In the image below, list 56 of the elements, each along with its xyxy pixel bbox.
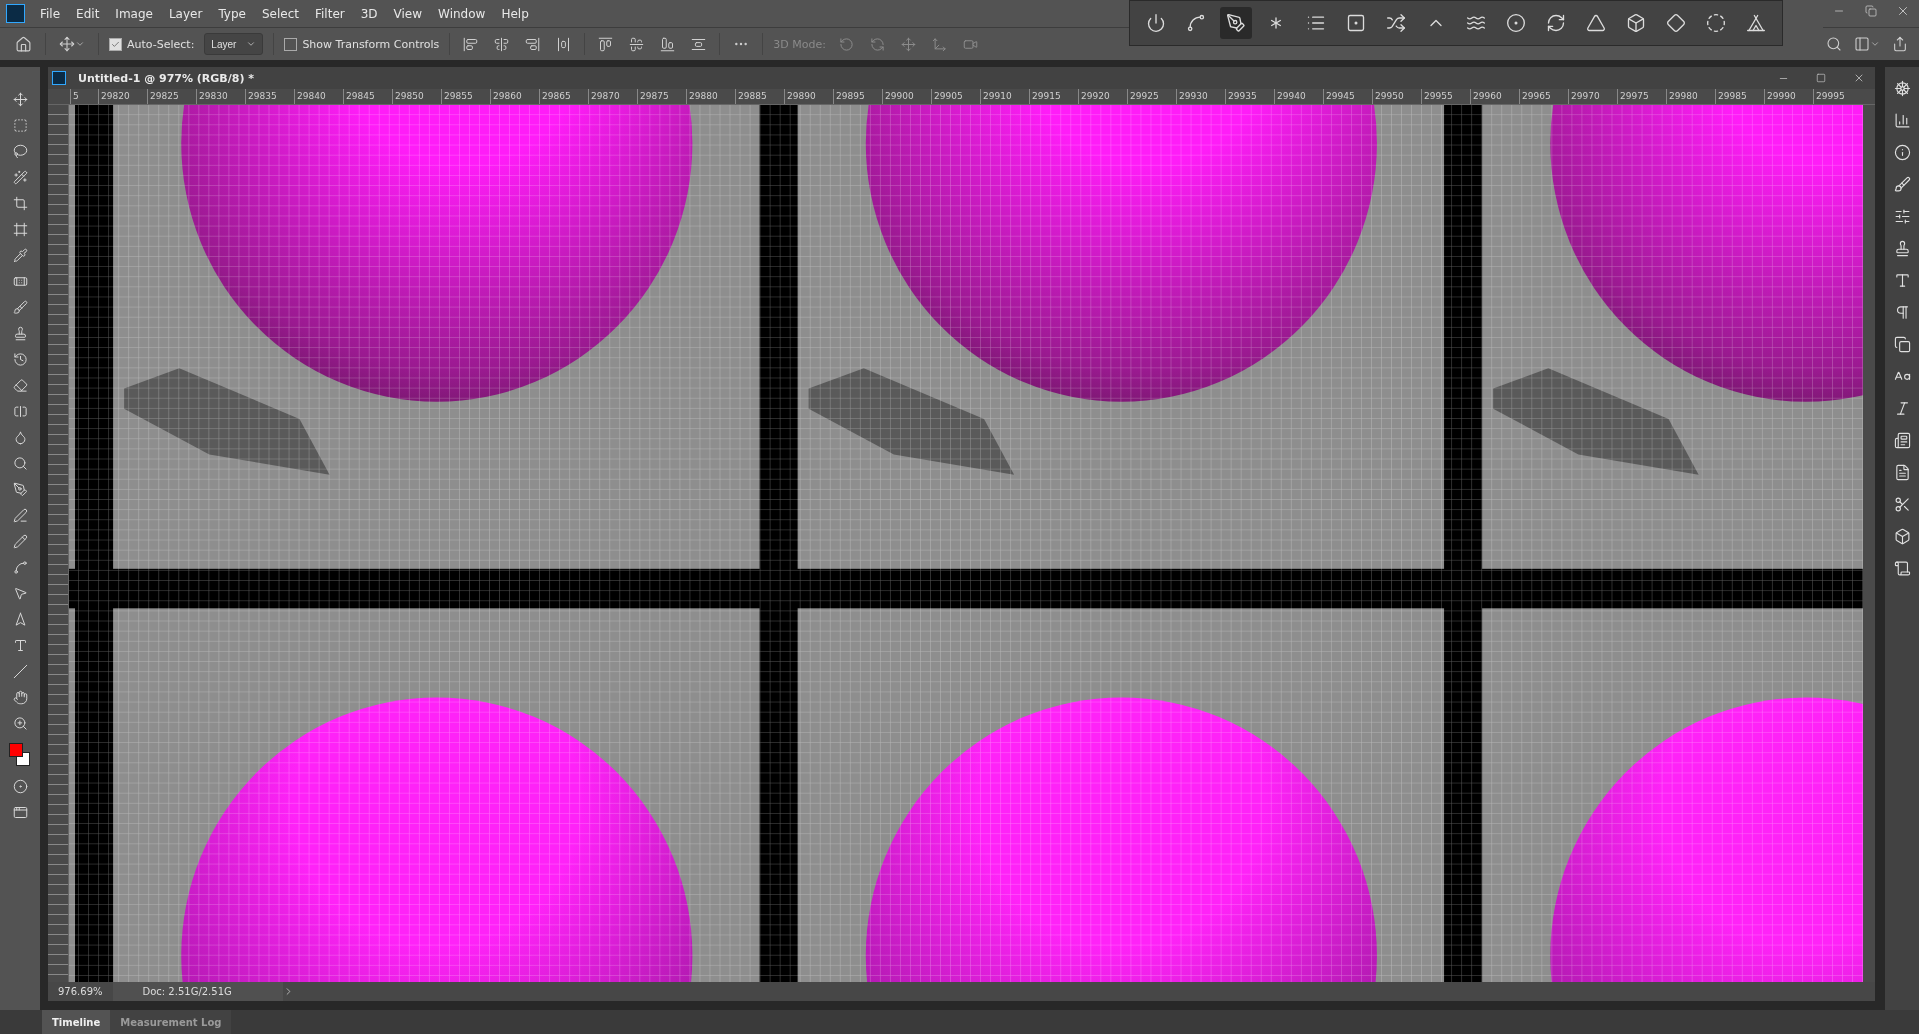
ruler-label: 29950 [1372, 89, 1421, 104]
ruler-label: 29880 [686, 89, 735, 104]
document-title[interactable]: Untitled-1 @ 977% (RGB/8) * [78, 71, 255, 85]
ruler-label: 29835 [245, 89, 294, 104]
zoom-level: 976.69% [57, 986, 104, 997]
panel-tab[interactable]: Timeline [42, 1010, 111, 1034]
ruler-label: 29915 [1029, 89, 1078, 104]
ruler-label: 29850 [392, 89, 441, 104]
ruler-label: 29870 [588, 89, 637, 104]
ruler-label: 29860 [490, 89, 539, 104]
ruler-label: 29920 [1078, 89, 1127, 104]
ruler-label: 29975 [1617, 89, 1666, 104]
ruler-label: 29890 [784, 89, 833, 104]
panel-tab[interactable]: Measurement Log [110, 1010, 232, 1034]
ruler-label: 29865 [539, 89, 588, 104]
ruler-label: 29905 [931, 89, 980, 104]
ruler-label: 29940 [1274, 89, 1323, 104]
ruler-label: 29820 [98, 89, 147, 104]
ruler-label: 29895 [833, 89, 882, 104]
menu-item[interactable]: File [33, 6, 68, 21]
ruler-label: 29990 [1764, 89, 1813, 104]
ruler-label: 29970 [1568, 89, 1617, 104]
ruler-label: 29840 [294, 89, 343, 104]
ruler-label: 29965 [1519, 89, 1568, 104]
ruler-label: 29910 [980, 89, 1029, 104]
ruler-label: 29985 [1715, 89, 1764, 104]
menu-item[interactable]: Type [211, 6, 253, 21]
ruler-label: 5 [70, 89, 98, 104]
menu-item[interactable]: 3D [353, 6, 385, 21]
document-size[interactable]: Doc: 2.51G/2.51G [112, 982, 283, 1001]
menu-item[interactable]: View [386, 6, 430, 21]
ruler-label: 29980 [1666, 89, 1715, 104]
ruler-label: 29925 [1127, 89, 1176, 104]
ruler-label: 29885 [735, 89, 784, 104]
ruler-label: 29935 [1225, 89, 1274, 104]
menu-item[interactable]: Filter [308, 6, 352, 21]
ruler-label: 29855 [441, 89, 490, 104]
ruler-label: 29875 [637, 89, 686, 104]
auto-select-label: Auto-Select: [127, 37, 195, 51]
ruler-label: 29930 [1176, 89, 1225, 104]
menu-item[interactable]: Edit [69, 6, 107, 21]
menu-item[interactable]: Help [494, 6, 536, 21]
ruler-label: 29995 [1813, 89, 1862, 104]
ruler-label: 29845 [343, 89, 392, 104]
ruler-label: 29960 [1470, 89, 1519, 104]
ruler-label: 29955 [1421, 89, 1470, 104]
ruler-label: 29900 [882, 89, 931, 104]
menu-item[interactable]: Image [108, 6, 160, 21]
menu-item[interactable]: Layer [161, 6, 210, 21]
ruler-label: 29945 [1323, 89, 1372, 104]
menu-item[interactable]: Window [431, 6, 493, 21]
target-dropdown[interactable]: Layer [204, 33, 264, 55]
menu-item[interactable]: Select [254, 6, 306, 21]
ruler-label: 29830 [196, 89, 245, 104]
transform-controls-label: Show Transform Controls [302, 37, 440, 51]
ruler-label: 29825 [147, 89, 196, 104]
